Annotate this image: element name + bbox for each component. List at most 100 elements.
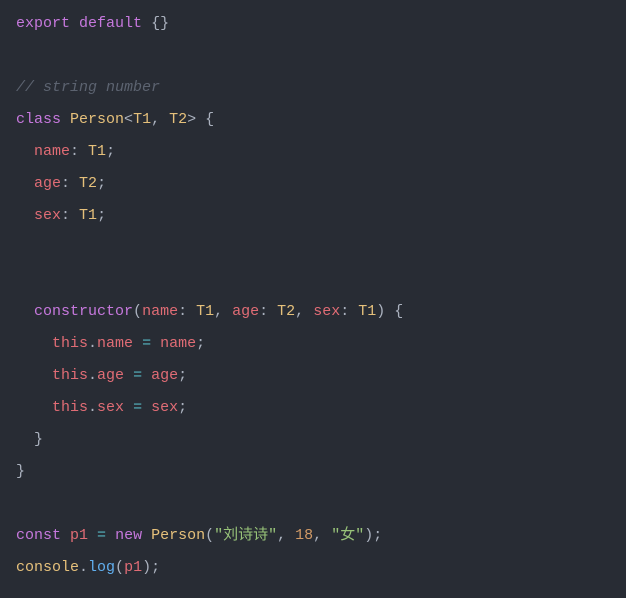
code-line: constructor(name: T1, age: T2, sex: T1) … [16, 303, 403, 320]
dot: . [88, 335, 97, 352]
code-line: } [16, 463, 25, 480]
code-line: this.age = age; [16, 367, 187, 384]
indent [16, 367, 52, 384]
comma: , [313, 527, 331, 544]
empty-object: {} [151, 15, 169, 32]
brace-close: } [16, 463, 25, 480]
property-name: name [34, 143, 70, 160]
param-name: sex [313, 303, 340, 320]
code-line: age: T2; [16, 175, 106, 192]
function-log: log [88, 559, 115, 576]
paren-close: ) [142, 559, 151, 576]
operator-assign: = [124, 367, 151, 384]
comma: , [295, 303, 313, 320]
dot: . [79, 559, 88, 576]
property-name: name [97, 335, 133, 352]
paren-open: ( [133, 303, 142, 320]
indent [16, 303, 34, 320]
keyword-export: export [16, 15, 70, 32]
object-console: console [16, 559, 79, 576]
generic-t1: T1 [133, 111, 151, 128]
code-line: name: T1; [16, 143, 115, 160]
semicolon: ; [178, 367, 187, 384]
keyword-constructor: constructor [34, 303, 133, 320]
code-block: export default {} // string number class… [16, 8, 610, 584]
class-name: Person [151, 527, 205, 544]
angle-close: > [187, 111, 196, 128]
colon: : [61, 175, 79, 192]
semicolon: ; [151, 559, 160, 576]
identifier: sex [151, 399, 178, 416]
keyword-default: default [79, 15, 142, 32]
keyword-const: const [16, 527, 61, 544]
comma: , [214, 303, 232, 320]
brace-open: { [196, 111, 214, 128]
semicolon: ; [373, 527, 382, 544]
semicolon: ; [106, 143, 115, 160]
code-line: this.sex = sex; [16, 399, 187, 416]
code-line: console.log(p1); [16, 559, 160, 576]
property-name: sex [34, 207, 61, 224]
colon: : [70, 143, 88, 160]
semicolon: ; [97, 175, 106, 192]
colon: : [61, 207, 79, 224]
variable-name: p1 [70, 527, 88, 544]
code-line: } [16, 431, 43, 448]
colon: : [259, 303, 277, 320]
type-annotation: T1 [196, 303, 214, 320]
colon: : [178, 303, 196, 320]
indent [16, 175, 34, 192]
operator-assign: = [124, 399, 151, 416]
number-literal: 18 [295, 527, 313, 544]
indent [16, 399, 52, 416]
code-line: const p1 = new Person("刘诗诗", 18, "女"); [16, 527, 382, 544]
comma: , [277, 527, 295, 544]
code-line: // string number [16, 79, 160, 96]
keyword-this: this [52, 335, 88, 352]
indent [16, 143, 34, 160]
colon: : [340, 303, 358, 320]
dot: . [88, 367, 97, 384]
paren-open: ( [205, 527, 214, 544]
param-name: age [232, 303, 259, 320]
angle-open: < [124, 111, 133, 128]
indent [16, 207, 34, 224]
code-line: export default {} [16, 15, 169, 32]
string-literal: "女" [331, 527, 364, 544]
type-annotation: T1 [358, 303, 376, 320]
paren-close: ) [376, 303, 385, 320]
code-line: class Person<T1, T2> { [16, 111, 214, 128]
comment: // string number [16, 79, 160, 96]
keyword-class: class [16, 111, 61, 128]
param-name: name [142, 303, 178, 320]
indent [16, 335, 52, 352]
argument: p1 [124, 559, 142, 576]
indent [16, 431, 34, 448]
identifier: name [160, 335, 196, 352]
semicolon: ; [178, 399, 187, 416]
type-annotation: T2 [277, 303, 295, 320]
paren-close: ) [364, 527, 373, 544]
code-line: sex: T1; [16, 207, 106, 224]
semicolon: ; [196, 335, 205, 352]
generic-t2: T2 [169, 111, 187, 128]
comma: , [151, 111, 169, 128]
string-literal: "刘诗诗" [214, 527, 277, 544]
property-name: age [97, 367, 124, 384]
identifier: age [151, 367, 178, 384]
operator-assign: = [88, 527, 115, 544]
dot: . [88, 399, 97, 416]
type-annotation: T2 [79, 175, 97, 192]
semicolon: ; [97, 207, 106, 224]
property-name: age [34, 175, 61, 192]
type-annotation: T1 [79, 207, 97, 224]
keyword-this: this [52, 367, 88, 384]
property-name: sex [97, 399, 124, 416]
type-annotation: T1 [88, 143, 106, 160]
operator-assign: = [133, 335, 160, 352]
code-line: this.name = name; [16, 335, 205, 352]
class-name: Person [70, 111, 124, 128]
brace-close: } [34, 431, 43, 448]
paren-open: ( [115, 559, 124, 576]
keyword-new: new [115, 527, 142, 544]
